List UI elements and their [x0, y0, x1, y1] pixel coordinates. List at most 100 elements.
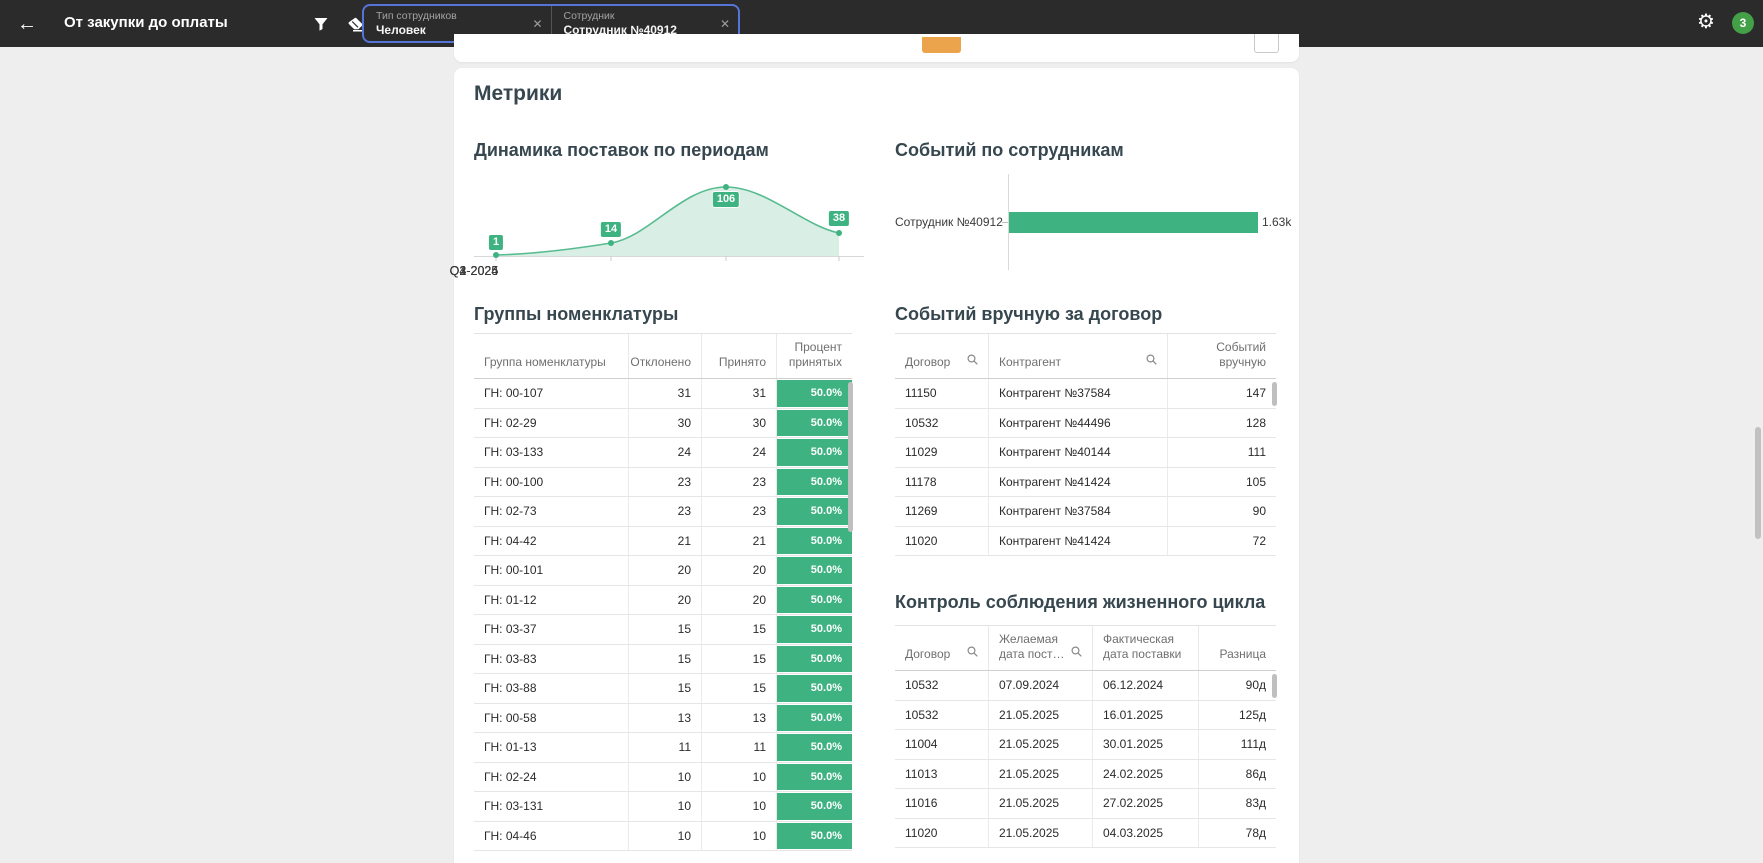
cell-counterparty: Контрагент №41424 [988, 467, 1167, 496]
table-row[interactable]: 11029 Контрагент №40144 111 [895, 438, 1276, 468]
cell-actual-date: 27.02.2025 [1092, 789, 1198, 818]
cell-difference: 78д [1198, 818, 1276, 847]
table-row[interactable]: 11269 Контрагент №37584 90 [895, 497, 1276, 527]
cell-actual-date: 06.12.2024 [1092, 671, 1198, 700]
bar-row[interactable]: Сотрудник №40912 1.63k [895, 212, 1299, 233]
table-row[interactable]: 11150 Контрагент №37584 147 [895, 379, 1276, 409]
search-icon[interactable] [1071, 646, 1082, 661]
table-row[interactable]: ГН: 03-131 10 10 50.0% [474, 792, 852, 822]
cell-percent: 50.0% [776, 526, 852, 555]
table-row[interactable]: ГН: 04-46 10 10 50.0% [474, 821, 852, 851]
cell-rejected: 20 [628, 556, 701, 585]
table-row[interactable]: ГН: 04-42 21 21 50.0% [474, 526, 852, 556]
table-row[interactable]: ГН: 00-101 20 20 50.0% [474, 556, 852, 586]
cell-rejected: 23 [628, 467, 701, 496]
cell-contract: 10532 [905, 678, 939, 693]
column-header[interactable]: Разница [1198, 626, 1276, 670]
close-icon[interactable]: ✕ [532, 17, 542, 31]
cell-accepted: 10 [701, 762, 776, 791]
column-header[interactable]: Договор [895, 626, 988, 670]
cell-group: ГН: 03-37 [484, 622, 537, 637]
cell-actual-date: 04.03.2025 [1092, 818, 1198, 847]
cell-rejected: 10 [628, 762, 701, 791]
cell-contract: 11020 [905, 825, 938, 840]
lifecycle-table: Договор Желаемая дата пост… Фактическая да… [895, 625, 1277, 848]
close-icon[interactable]: ✕ [720, 17, 730, 31]
cell-actual-date: 16.01.2025 [1092, 700, 1198, 729]
table-header: Договор Контрагент Событий вручную [895, 334, 1276, 379]
column-header[interactable]: Контрагент [988, 334, 1167, 378]
area-chart: 1 14 106 38 Q3-2024 Q4-2024 Q1-2025 Q2-2025 [450, 168, 864, 286]
table-scrollbar[interactable] [1272, 674, 1277, 698]
bar-fill[interactable] [1009, 212, 1258, 233]
table-row[interactable]: 10532 Контрагент №44496 128 [895, 408, 1276, 438]
search-icon[interactable] [967, 354, 978, 369]
filter-icon[interactable] [310, 13, 332, 35]
notifications-badge[interactable]: 3 [1732, 12, 1754, 34]
back-button[interactable]: ← [14, 11, 40, 37]
settings-gear-icon[interactable]: ⚙ [1697, 9, 1715, 34]
cell-desired-date: 21.05.2025 [988, 700, 1092, 729]
column-header[interactable]: Группа номенклатуры [474, 334, 628, 378]
cell-accepted: 30 [701, 408, 776, 437]
cell-accepted: 15 [701, 674, 776, 703]
cell-rejected: 11 [628, 733, 701, 762]
table-row[interactable]: 11013 21.05.2025 24.02.2025 86д [895, 759, 1276, 789]
table-row[interactable]: ГН: 03-37 15 15 50.0% [474, 615, 852, 645]
cell-desired-date: 21.05.2025 [988, 789, 1092, 818]
cell-group: ГН: 03-133 [484, 445, 544, 460]
column-header[interactable]: Желаемая дата пост… [988, 626, 1092, 670]
cell-group: ГН: 03-83 [484, 651, 537, 666]
table-row[interactable]: 10532 07.09.2024 06.12.2024 90д [895, 671, 1276, 701]
table-row[interactable]: 11016 21.05.2025 27.02.2025 83д [895, 789, 1276, 819]
column-header[interactable]: Принято [701, 334, 776, 378]
table-header: Договор Желаемая дата пост… Фактическая да… [895, 626, 1276, 671]
data-point-label: 14 [600, 222, 622, 237]
cell-group: ГН: 02-24 [484, 769, 537, 784]
cell-contract: 11013 [905, 766, 938, 781]
table-body: 10532 07.09.2024 06.12.2024 90д 10532 21… [895, 671, 1276, 848]
cell-accepted: 21 [701, 526, 776, 555]
table-scrollbar[interactable] [848, 382, 853, 532]
table-row[interactable]: ГН: 00-58 13 13 50.0% [474, 703, 852, 733]
column-header[interactable]: Фактическая дата поставки [1092, 626, 1198, 670]
cell-rejected: 15 [628, 615, 701, 644]
table-row[interactable]: ГН: 01-12 20 20 50.0% [474, 585, 852, 615]
table-row[interactable]: 11178 Контрагент №41424 105 [895, 467, 1276, 497]
cell-percent: 50.0% [776, 497, 852, 526]
table-row[interactable]: ГН: 00-107 31 31 50.0% [474, 379, 852, 409]
table-row[interactable]: 10532 21.05.2025 16.01.2025 125д [895, 700, 1276, 730]
column-header[interactable]: Отклонено [628, 334, 701, 378]
column-header[interactable]: Договор [895, 334, 988, 378]
table-row[interactable]: ГН: 03-133 24 24 50.0% [474, 438, 852, 468]
cell-group: ГН: 01-12 [484, 592, 537, 607]
search-icon[interactable] [967, 646, 978, 661]
cell-manual-events: 90 [1167, 497, 1276, 526]
cell-difference: 125д [1198, 700, 1276, 729]
cell-percent: 50.0% [776, 703, 852, 732]
search-icon[interactable] [1146, 354, 1157, 369]
table-row[interactable]: ГН: 00-100 23 23 50.0% [474, 467, 852, 497]
bar-value-label: 1.63k [1262, 215, 1292, 229]
page-scrollbar[interactable] [1755, 427, 1761, 539]
table-row[interactable]: ГН: 02-24 10 10 50.0% [474, 762, 852, 792]
cell-desired-date: 21.05.2025 [988, 730, 1092, 759]
cell-group: ГН: 00-107 [484, 386, 544, 401]
cell-counterparty: Контрагент №41424 [988, 526, 1167, 555]
cell-percent: 50.0% [776, 379, 852, 408]
table-row[interactable]: 11020 Контрагент №41424 72 [895, 526, 1276, 556]
cell-contract: 11004 [905, 737, 938, 752]
table-row[interactable]: ГН: 03-88 15 15 50.0% [474, 674, 852, 704]
table-row[interactable]: ГН: 03-83 15 15 50.0% [474, 644, 852, 674]
cell-accepted: 23 [701, 467, 776, 496]
column-header[interactable]: Событий вручную [1167, 334, 1276, 378]
table-row[interactable]: ГН: 01-13 11 11 50.0% [474, 733, 852, 763]
table-row[interactable]: ГН: 02-73 23 23 50.0% [474, 497, 852, 527]
cell-rejected: 10 [628, 792, 701, 821]
cell-accepted: 11 [701, 733, 776, 762]
table-scrollbar[interactable] [1272, 382, 1277, 406]
column-header[interactable]: Процент принятых [776, 334, 852, 378]
table-row[interactable]: 11020 21.05.2025 04.03.2025 78д [895, 818, 1276, 848]
table-row[interactable]: 11004 21.05.2025 30.01.2025 111д [895, 730, 1276, 760]
table-row[interactable]: ГН: 02-29 30 30 50.0% [474, 408, 852, 438]
